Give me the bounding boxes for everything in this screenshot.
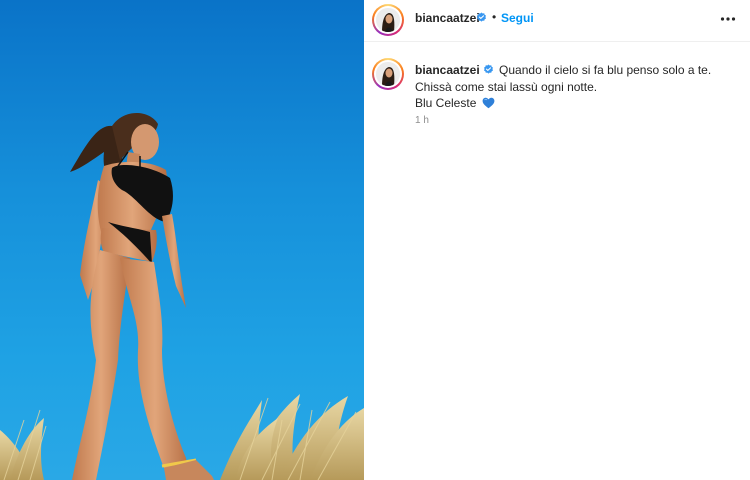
more-horizontal-icon[interactable] (718, 9, 738, 29)
verified-badge-icon (483, 64, 493, 74)
avatar-photo (376, 62, 400, 86)
caption-text-line-1: Quando il cielo si fa blu penso solo a t… (499, 63, 712, 77)
post-photo[interactable] (0, 0, 364, 480)
author-username[interactable]: biancaatzei (415, 11, 480, 25)
post-header: biancaatzei • Segui (364, 0, 750, 42)
caption-username[interactable]: biancaatzei (415, 63, 480, 77)
caption-third-line: Blu Celeste (415, 95, 735, 112)
follow-button[interactable]: Segui (501, 11, 534, 25)
caption-first-line: biancaatzei Quando il cielo si fa blu pe… (415, 62, 735, 79)
caption-text-line-2: Chissà come stai lassù ogni notte. (415, 79, 598, 94)
caption-text-line-3: Blu Celeste (415, 96, 477, 110)
blue-heart-icon (482, 97, 495, 109)
avatar-photo (376, 8, 400, 32)
author-avatar[interactable] (372, 4, 404, 36)
verified-badge-icon (477, 12, 486, 22)
caption-avatar[interactable] (372, 58, 404, 90)
post-image (0, 113, 364, 480)
header-separator: • (492, 10, 497, 24)
post-details-panel: biancaatzei • Segui biancaatzei Quando i… (364, 0, 750, 480)
caption-body: biancaatzei Quando il cielo si fa blu pe… (415, 62, 735, 112)
post-timestamp[interactable]: 1 h (415, 115, 429, 126)
